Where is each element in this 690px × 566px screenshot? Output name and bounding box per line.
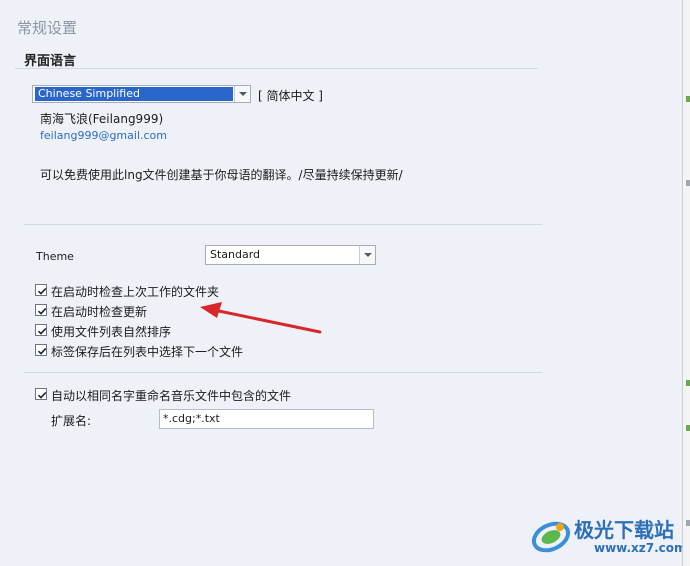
divider: [24, 372, 542, 373]
checkbox-icon[interactable]: [35, 284, 47, 296]
watermark-brand: 极光下载站: [574, 518, 674, 542]
language-section-title: 界面语言: [24, 54, 77, 69]
option-label: 标签保存后在列表中选择下一个文件: [51, 345, 244, 359]
red-arrow-annotation: [200, 302, 322, 334]
checkbox-icon[interactable]: [35, 344, 47, 356]
chevron-down-icon[interactable]: [359, 246, 375, 264]
language-select-value: Chinese Simplified: [35, 87, 233, 101]
edge-marker: [686, 96, 690, 102]
theme-label: Theme: [36, 250, 74, 263]
checkbox-icon[interactable]: [35, 324, 47, 336]
checkbox-icon[interactable]: [35, 388, 47, 400]
language-select[interactable]: Chinese Simplified: [32, 85, 251, 103]
logo-swirl-icon: [531, 521, 571, 553]
divider: [24, 224, 542, 225]
translator-email-link[interactable]: feilang999@gmail.com: [40, 129, 167, 142]
translator-name: 南海飞浪(Feilang999): [40, 112, 164, 126]
extension-label: 扩展名:: [51, 414, 92, 428]
checkbox-icon[interactable]: [35, 304, 47, 316]
watermark-logo: 极光下载站 www.xz7.com: [530, 512, 687, 560]
edge-marker: [686, 520, 690, 526]
theme-select[interactable]: Standard: [205, 245, 376, 265]
window-edge: [682, 0, 690, 566]
settings-panel: 常规设置 界面语言 Chinese Simplified [ 简体中文 ] 南海…: [0, 0, 687, 566]
option-label: 使用文件列表自然排序: [51, 325, 172, 339]
theme-select-value: Standard: [210, 248, 261, 261]
translation-note: 可以免费使用此lng文件创建基于你母语的翻译。/尽量持续保持更新/: [40, 168, 403, 182]
edge-marker: [686, 425, 690, 431]
watermark-url: www.xz7.com: [594, 541, 687, 555]
extension-input[interactable]: *.cdg;*.txt: [159, 409, 374, 429]
language-native-name: [ 简体中文 ]: [258, 89, 323, 103]
edge-marker: [686, 380, 690, 386]
divider: [15, 68, 538, 69]
option-label: 在启动时检查更新: [51, 305, 148, 319]
page-title: 常规设置: [17, 19, 78, 37]
option-label: 在启动时检查上次工作的文件夹: [51, 285, 220, 299]
edge-marker: [686, 180, 690, 186]
option-label: 自动以相同名字重命名音乐文件中包含的文件: [51, 389, 292, 403]
chevron-down-icon[interactable]: [234, 86, 250, 102]
